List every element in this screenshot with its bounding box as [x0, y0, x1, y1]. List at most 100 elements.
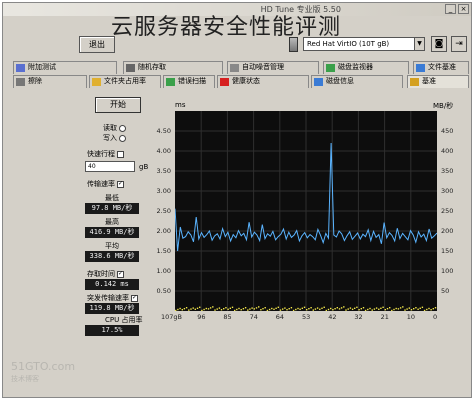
access-time-point: [175, 309, 177, 311]
access-time-point: [371, 309, 373, 311]
access-time-point: [375, 307, 378, 309]
access-time-point: [262, 308, 264, 310]
right-axis-unit: MB/秒: [433, 102, 454, 110]
tab-label: 磁盘监视器: [338, 63, 373, 71]
control-panel: 开始 读取 写入 快速行程 40 gB 传输速率 最低 97.8 MB/秒 最高…: [79, 97, 159, 337]
transfer-rate-checkbox[interactable]: [117, 180, 124, 188]
start-button[interactable]: 开始: [95, 97, 141, 113]
burst-rate-option[interactable]: 突发传输速率: [87, 293, 138, 303]
tab-top-3[interactable]: 随机存取: [123, 61, 223, 74]
access-time-point: [179, 307, 181, 310]
access-time-point: [364, 309, 367, 311]
benchmark-icon: [410, 78, 419, 86]
tab-bottom-1[interactable]: 磁盘信息: [311, 75, 403, 88]
access-time-point: [247, 309, 249, 311]
write-option[interactable]: 写入: [103, 133, 126, 143]
tab-top-1[interactable]: 磁盘监视器: [323, 61, 409, 74]
x-tick-label: 21: [380, 313, 389, 321]
short-stroke-option[interactable]: 快速行程: [87, 149, 124, 159]
left-axis-unit: ms: [175, 101, 186, 109]
access-time-point: [201, 309, 203, 311]
read-label: 读取: [103, 124, 117, 132]
close-button[interactable]: ×: [458, 4, 469, 14]
access-time-point: [236, 308, 238, 311]
camera-icon[interactable]: ◙: [431, 36, 447, 52]
x-tick-label: 85: [223, 313, 232, 321]
access-time-point: [347, 308, 349, 310]
access-time-point: [391, 309, 393, 311]
tab-bottom-3[interactable]: 错误扫描: [163, 75, 215, 88]
tab-top-0[interactable]: 文件基准: [413, 61, 469, 74]
read-radio[interactable]: [119, 124, 126, 132]
access-time-point: [384, 309, 386, 311]
access-time-point: [271, 307, 273, 310]
left-tick-label: 4.50: [156, 127, 171, 135]
access-time-point: [258, 306, 260, 308]
exit-button[interactable]: 退出: [79, 36, 115, 53]
right-tick-label: 350: [441, 167, 454, 175]
right-tick-label: 150: [441, 247, 454, 255]
access-time-point: [225, 307, 227, 309]
access-time-point: [209, 307, 212, 309]
tab-label: 随机存取: [138, 63, 166, 71]
x-tick-label: 96: [197, 313, 206, 321]
access-time-point: [380, 307, 382, 309]
access-time-point: [284, 307, 286, 309]
write-label: 写入: [103, 134, 117, 142]
tabs-row-bottom: 基准 磁盘信息 健康状态 错误扫描 文件夹占用率 擦除: [3, 75, 471, 88]
access-time-point: [358, 309, 360, 311]
access-time-point: [327, 308, 330, 311]
access-time-point: [402, 306, 404, 308]
access-time-point: [332, 309, 334, 311]
x-tick-label: 53: [302, 313, 311, 321]
access-time-point: [316, 307, 319, 309]
tab-label: 错误扫描: [178, 77, 206, 85]
access-time-point: [430, 309, 432, 311]
access-time-point: [319, 308, 321, 310]
max-value: 416.9 MB/秒: [85, 227, 139, 238]
access-time-point: [303, 306, 306, 308]
cpu-label: CPU 占用率: [105, 316, 143, 324]
access-time-checkbox[interactable]: [117, 270, 124, 278]
transfer-rate-option[interactable]: 传输速率: [87, 179, 124, 189]
access-time-point: [251, 307, 253, 309]
tab-bottom-4[interactable]: 文件夹占用率: [89, 75, 161, 88]
access-time-point: [419, 307, 421, 309]
window-controls: _ ×: [445, 4, 469, 14]
cpu-value: 17.5%: [85, 325, 139, 336]
write-radio[interactable]: [119, 134, 126, 142]
chevron-down-icon[interactable]: ▼: [414, 38, 424, 50]
access-time-point: [369, 307, 371, 310]
tab-bottom-0[interactable]: 基准: [407, 75, 469, 88]
transfer-rate-label: 传输速率: [87, 180, 115, 188]
access-time-point: [421, 306, 424, 308]
access-time-point: [356, 306, 358, 308]
tab-label: 文件基准: [428, 63, 456, 71]
access-time-point: [399, 307, 402, 309]
tab-top-4[interactable]: 附加测试: [13, 61, 117, 74]
read-option[interactable]: 读取: [103, 123, 126, 133]
access-time-point: [340, 307, 343, 309]
access-time-point: [292, 309, 295, 311]
dice-icon: [126, 64, 135, 72]
disk-info-icon: [314, 78, 323, 86]
short-stroke-input[interactable]: 40: [85, 161, 135, 172]
access-time-option[interactable]: 存取时间: [87, 269, 124, 279]
access-time-point: [288, 308, 290, 310]
exit-icon[interactable]: ⇥: [451, 36, 467, 52]
access-time-point: [306, 309, 308, 311]
access-time-point: [323, 306, 325, 308]
access-time-point: [190, 308, 192, 310]
x-tick-label: 10: [406, 313, 416, 321]
short-stroke-checkbox[interactable]: [117, 150, 124, 158]
tab-bottom-5[interactable]: 擦除: [13, 75, 87, 88]
x-tick-label: 32: [354, 313, 363, 321]
access-time-point: [282, 308, 284, 310]
burst-rate-checkbox[interactable]: [131, 294, 138, 302]
tab-top-2[interactable]: 自动噪音管理: [227, 61, 319, 74]
folder-icon: [92, 78, 101, 86]
minimize-button[interactable]: _: [445, 4, 456, 14]
access-time-point: [345, 309, 347, 311]
tab-bottom-2[interactable]: 健康状态: [217, 75, 309, 88]
access-time-point: [268, 308, 271, 311]
